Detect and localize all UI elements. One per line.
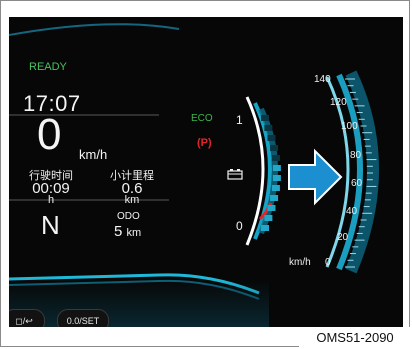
speed-tick-label: 60 — [351, 178, 363, 189]
eco-indicator: ECO — [191, 113, 213, 124]
power-gauge-segment — [261, 225, 269, 231]
speed-value: 0 — [37, 110, 62, 159]
odo-value: 5 — [114, 223, 123, 240]
trip-distance-unit: km — [124, 194, 140, 206]
speed-tick-label: 0 — [325, 257, 331, 268]
power-gauge-segment — [272, 165, 281, 171]
odo-label: ODO — [117, 211, 140, 222]
power-gauge-segment — [267, 135, 276, 141]
speed-tick-label: 140 — [314, 74, 331, 85]
speedometer-unit: km/h — [289, 257, 311, 268]
power-gauge-segment — [270, 145, 279, 151]
ready-indicator: READY — [29, 61, 67, 73]
power-gauge-segment — [271, 155, 280, 161]
gear-indicator: N — [41, 210, 60, 240]
power-gauge-segment — [270, 195, 279, 201]
speed-tick-label: 80 — [350, 150, 362, 161]
power-gauge-segment — [272, 175, 281, 181]
speed-tick-label: 20 — [337, 232, 349, 243]
trip-time-unit: h — [47, 194, 55, 206]
speed-tick-label: 40 — [346, 206, 358, 217]
power-gauge-segment — [271, 185, 280, 191]
speed-tick-label: 100 — [341, 121, 358, 132]
battery-icon — [227, 167, 243, 185]
figure-caption: OMS51-2090 — [299, 327, 411, 348]
speed-unit: km/h — [79, 147, 108, 162]
set-button[interactable]: 0.0/SET — [57, 309, 109, 327]
power-gauge-segment — [264, 125, 273, 131]
odo-unit: km — [126, 227, 142, 239]
power-gauge-segment — [267, 205, 276, 211]
figure-frame: READY 17:07 0 km/h 行驶时间 00:09 h 小计里程 0.6… — [0, 0, 411, 348]
odo-reading: 5 km — [114, 223, 141, 240]
parking-brake-icon: (P) — [197, 137, 212, 149]
speed-tick-label: 120 — [330, 97, 347, 108]
back-button[interactable]: ◻/↩ — [9, 309, 45, 327]
power-gauge-segment — [261, 115, 269, 121]
instrument-cluster-display: READY 17:07 0 km/h 行驶时间 00:09 h 小计里程 0.6… — [9, 17, 403, 327]
power-gauge-top-label: 1 — [236, 113, 243, 127]
power-gauge-bottom-label: 0 — [236, 219, 243, 233]
direction-arrow — [288, 148, 343, 206]
power-gauge-segment — [264, 215, 273, 221]
